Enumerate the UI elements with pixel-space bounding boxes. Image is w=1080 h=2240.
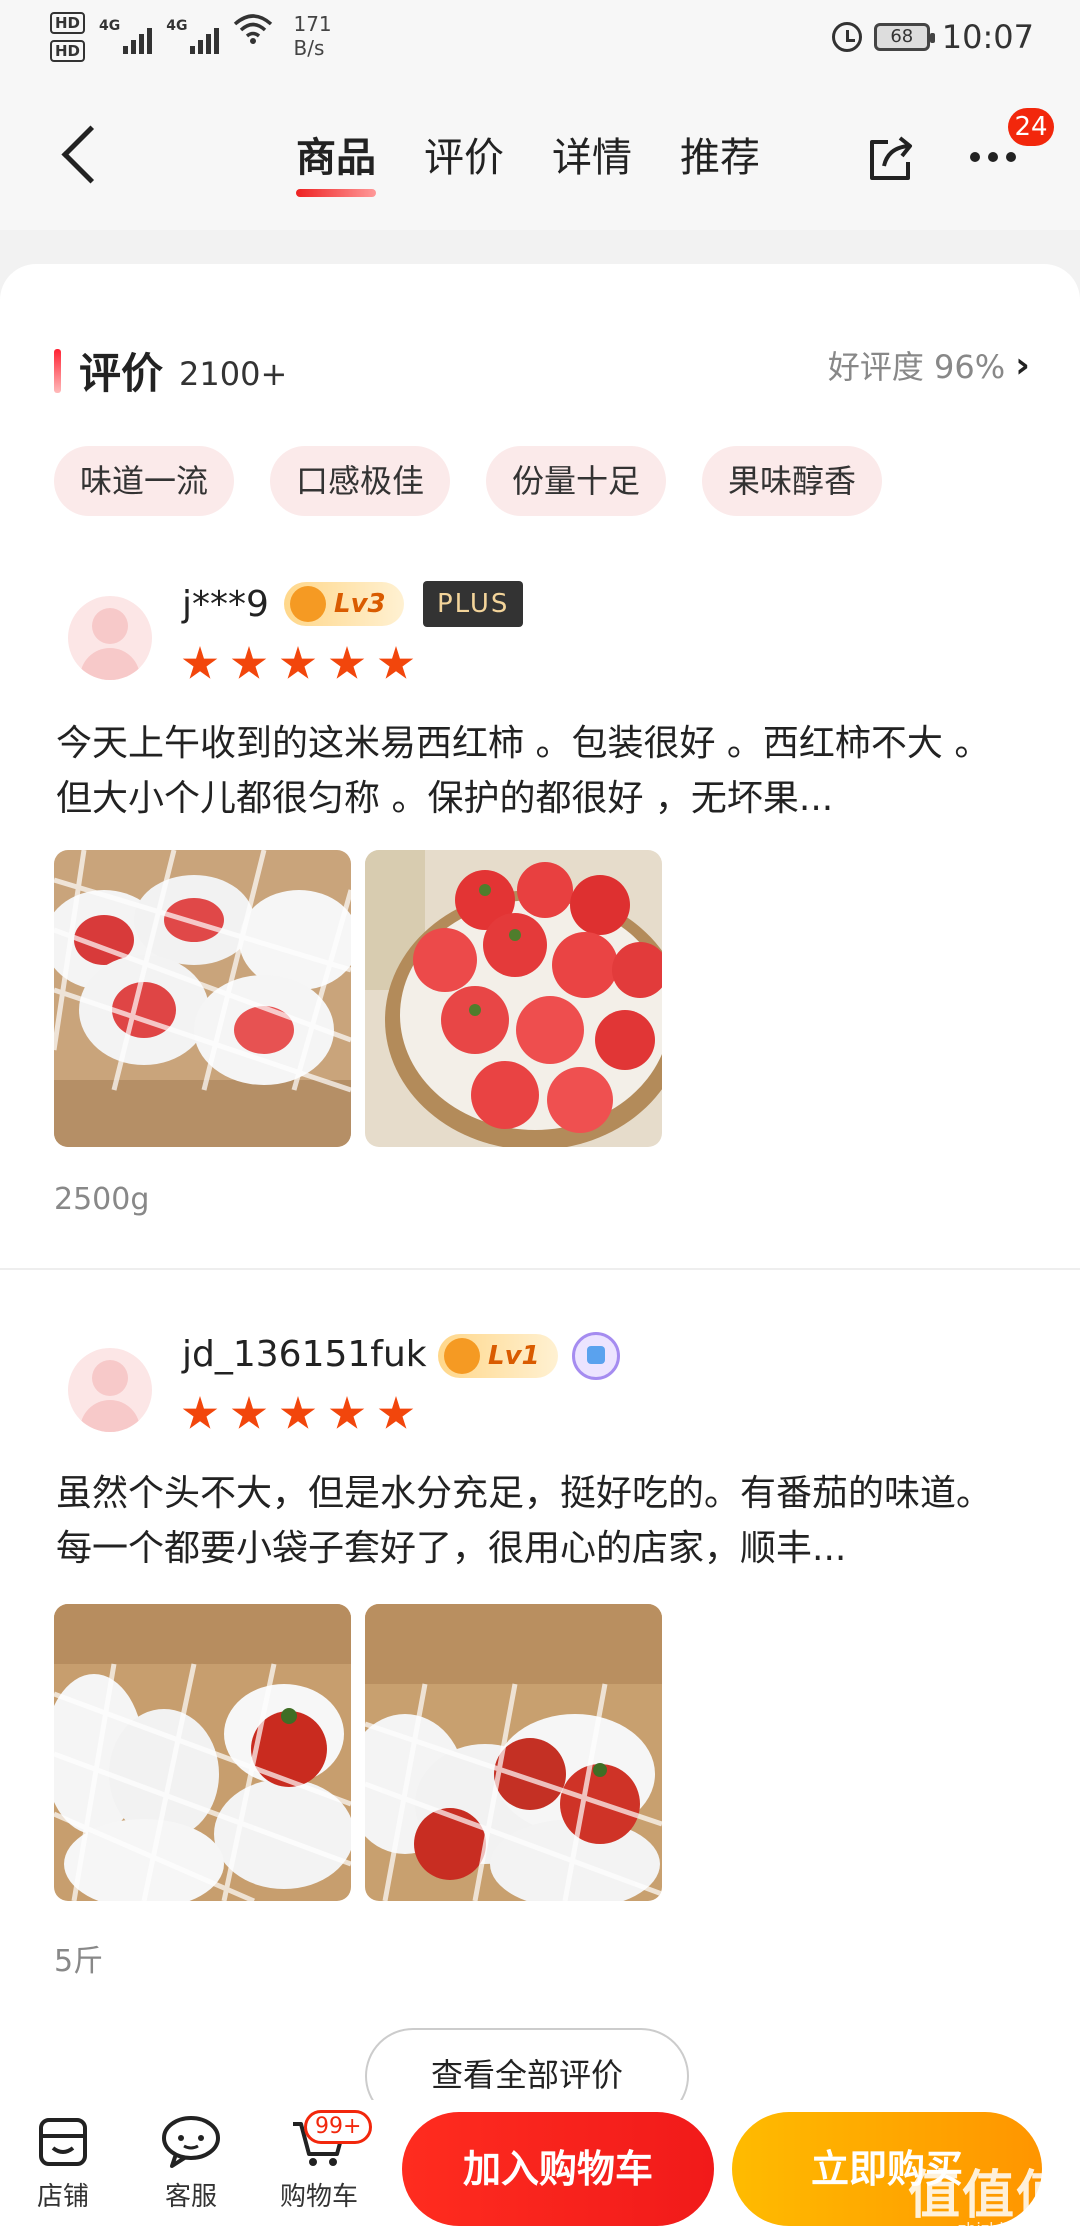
star-icon bbox=[182, 646, 218, 679]
section-accent-bar bbox=[54, 348, 61, 393]
status-bar: HD HD 4G 4G 171 B/s 68 10:07 bbox=[0, 0, 1080, 80]
tab-recommend[interactable]: 推荐 bbox=[680, 125, 760, 197]
battery-icon: 68 bbox=[873, 23, 935, 51]
store-button[interactable]: 店铺 bbox=[18, 2114, 108, 2213]
star-icon bbox=[378, 1396, 414, 1429]
share-icon[interactable] bbox=[866, 132, 918, 184]
star-icon bbox=[231, 646, 267, 679]
store-label: 店铺 bbox=[36, 2182, 89, 2212]
review-spec: 2500g bbox=[54, 1182, 150, 1217]
tab-reviews[interactable]: 评价 bbox=[424, 125, 504, 197]
star-icon bbox=[280, 646, 316, 679]
divider bbox=[0, 1268, 1080, 1270]
level-badge: Lv3 bbox=[284, 582, 404, 626]
add-to-cart-button[interactable]: 加入购物车 bbox=[402, 2112, 714, 2226]
cart-label: 购物车 bbox=[279, 2182, 358, 2212]
tab-details[interactable]: 详情 bbox=[552, 125, 632, 197]
star-rating bbox=[182, 646, 414, 682]
nav-tabs: 商品 评价 详情 推荐 bbox=[296, 125, 760, 197]
store-icon bbox=[39, 2118, 87, 2166]
review-tag[interactable]: 份量十足 bbox=[486, 446, 667, 516]
review-photo[interactable] bbox=[54, 1604, 351, 1901]
alarm-icon bbox=[831, 22, 862, 52]
review-photos bbox=[54, 850, 662, 1147]
review-tag[interactable]: 味道一流 bbox=[54, 446, 235, 516]
speed-unit: B/s bbox=[293, 36, 325, 60]
hd-indicator: HD HD bbox=[50, 12, 86, 62]
positive-rate-link[interactable]: 好评度 96% › bbox=[828, 342, 1030, 388]
star-rating bbox=[182, 1396, 414, 1432]
watermark-url: zhizhizhi.com bbox=[957, 2219, 1066, 2238]
positive-rate: 好评度 96% bbox=[827, 348, 1006, 386]
review-text: 虽然个头不大，但是水分充足，挺好吃的。有番茄的味道。每一个都要小袋子套好了，很用… bbox=[56, 1473, 993, 1569]
star-icon bbox=[231, 1396, 267, 1429]
review-text: 今天上午收到的这米易西红柿 。包装很好 。西红柿不大 。但大小个儿都很匀称 。保… bbox=[56, 723, 991, 819]
back-icon[interactable] bbox=[56, 120, 116, 190]
review-username: jd_136151fuk bbox=[182, 1334, 427, 1375]
chevron-right-icon: › bbox=[1015, 344, 1030, 386]
review-photo[interactable] bbox=[54, 850, 351, 1147]
clock: 10:07 bbox=[941, 18, 1034, 56]
net-type-2: 4G bbox=[166, 18, 188, 34]
review-photos bbox=[54, 1604, 662, 1901]
star-icon bbox=[280, 1396, 316, 1429]
signal-bars-icon bbox=[190, 28, 220, 54]
tab-product[interactable]: 商品 bbox=[296, 125, 376, 197]
star-icon bbox=[378, 646, 414, 679]
review-tags: 味道一流 口感极佳 份量十足 果味醇香 bbox=[54, 446, 883, 516]
signal-1: 4G bbox=[99, 12, 153, 54]
hd2-label: HD bbox=[50, 40, 86, 62]
plus-badge: PLUS bbox=[423, 581, 524, 627]
level-badge: Lv1 bbox=[438, 1334, 558, 1378]
network-speed: 171 B/s bbox=[293, 12, 331, 60]
wifi-icon bbox=[234, 14, 273, 44]
more-icon[interactable] bbox=[970, 142, 1030, 172]
net-type-1: 4G bbox=[99, 18, 121, 34]
review-tag[interactable]: 口感极佳 bbox=[270, 446, 451, 516]
star-icon bbox=[329, 646, 365, 679]
reviews-card: 评价 2100+ 好评度 96% › 味道一流 口感极佳 份量十足 果味醇香 j… bbox=[0, 264, 1080, 2124]
review-spec: 5斤 bbox=[54, 1944, 104, 1979]
hd1-label: HD bbox=[50, 12, 86, 34]
customer-service-button[interactable]: 客服 bbox=[146, 2114, 236, 2213]
cart-count-badge: 99+ bbox=[304, 2110, 373, 2144]
reviews-count: 2100+ bbox=[179, 354, 288, 393]
review-photo[interactable] bbox=[365, 850, 662, 1147]
vip-icon bbox=[572, 1332, 620, 1380]
avatar bbox=[68, 596, 152, 680]
star-icon bbox=[182, 1396, 218, 1429]
watermark-logo: 值值值 bbox=[907, 2166, 1070, 2226]
speed-value: 171 bbox=[293, 12, 332, 36]
more-badge: 24 bbox=[1008, 108, 1054, 146]
review-username: j***9 bbox=[182, 584, 269, 625]
top-nav: 商品 评价 详情 推荐 24 bbox=[0, 80, 1080, 230]
bottom-action-bar: 店铺 客服 购物车 99+ 加入购物车 立即购买 值值值 zhizhizhi.c… bbox=[0, 2100, 1080, 2240]
review-tag[interactable]: 果味醇香 bbox=[702, 446, 883, 516]
avatar bbox=[68, 1348, 152, 1432]
review-photo[interactable] bbox=[365, 1604, 662, 1901]
reviews-header: 评价 2100+ bbox=[54, 340, 287, 401]
chat-icon bbox=[162, 2116, 220, 2168]
signal-2: 4G bbox=[166, 12, 220, 54]
service-label: 客服 bbox=[164, 2182, 217, 2212]
reviews-title: 评价 bbox=[79, 349, 164, 398]
star-icon bbox=[329, 1396, 365, 1429]
signal-bars-icon bbox=[123, 28, 153, 54]
